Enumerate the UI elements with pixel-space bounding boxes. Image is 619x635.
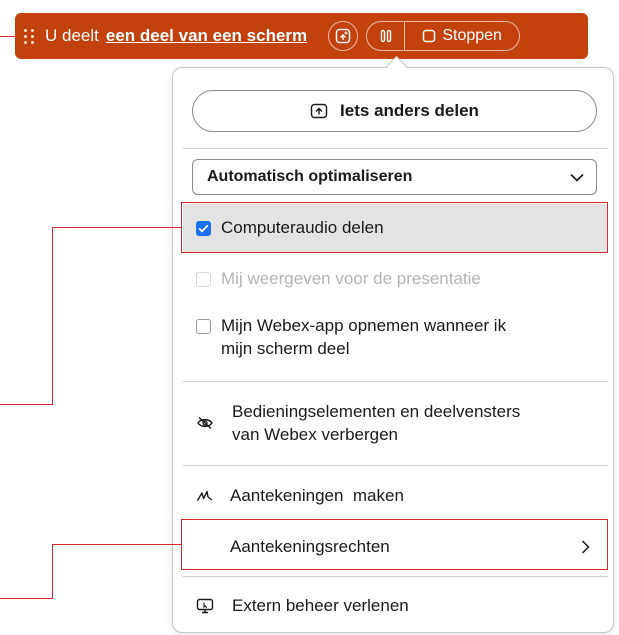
- divider: [183, 381, 608, 382]
- optimization-select-value: Automatisch optimaliseren: [207, 168, 413, 185]
- stop-sharing-button[interactable]: Stoppen: [404, 21, 521, 51]
- show-me-checkbox: [196, 271, 211, 287]
- divider: [183, 576, 608, 577]
- shared-content-link[interactable]: een deel van een scherm: [106, 26, 307, 46]
- stop-icon: [423, 29, 436, 43]
- hide-controls-label-line2: van Webex verbergen: [232, 425, 399, 444]
- callout-line: [52, 544, 181, 545]
- show-me-label: Mij weergeven voor de presentatie: [221, 269, 481, 288]
- chevron-down-icon: [570, 173, 584, 182]
- remote-control-label: Extern beheer verlenen: [232, 596, 409, 615]
- record-webex-app-checkbox[interactable]: [196, 319, 211, 334]
- share-up-icon: [310, 103, 328, 119]
- remote-desktop-icon: [196, 598, 214, 614]
- share-screen-icon: [335, 28, 351, 44]
- divider: [183, 148, 608, 149]
- callout-line: [0, 404, 53, 405]
- remote-control-option[interactable]: Extern beheer verlenen: [183, 588, 608, 624]
- share-something-else-label: Iets anders delen: [340, 101, 479, 120]
- pause-sharing-button[interactable]: [366, 21, 405, 51]
- eye-off-icon: [197, 416, 213, 430]
- stop-sharing-label: Stoppen: [442, 27, 502, 44]
- hide-controls-label-line1: Bedieningselementen en deelvensters: [232, 402, 521, 421]
- show-me-option: Mij weergeven voor de presentatie: [183, 262, 608, 296]
- callout-box-computer-audio: [181, 202, 608, 253]
- sharing-control-bar: U deelt een deel van een scherm Stoppen: [15, 13, 588, 59]
- sharing-status-text: U deelt: [45, 26, 99, 45]
- annotate-option[interactable]: Aantekeningen maken: [183, 478, 608, 514]
- callout-line: [52, 227, 53, 405]
- pen-scribble-icon: [196, 490, 213, 501]
- callout-line: [0, 36, 16, 37]
- divider: [183, 465, 608, 466]
- callout-box-annotation-rights: [181, 519, 608, 570]
- callout-line: [52, 544, 53, 599]
- record-webex-app-option[interactable]: Mijn Webex-app opnemen wanneer ik mijn s…: [183, 314, 608, 366]
- pause-icon: [380, 29, 391, 43]
- drag-handle-icon[interactable]: [21, 26, 39, 46]
- share-options-button[interactable]: [328, 21, 359, 51]
- optimization-select[interactable]: Automatisch optimaliseren: [192, 159, 597, 195]
- annotate-label: Aantekeningen maken: [230, 486, 404, 505]
- record-webex-app-label-line1: Mijn Webex-app opnemen wanneer ik: [221, 316, 507, 335]
- record-webex-app-label-line2: mijn scherm deel: [221, 339, 350, 358]
- callout-line: [0, 598, 53, 599]
- share-something-else-button[interactable]: Iets anders delen: [192, 90, 597, 132]
- callout-line: [52, 227, 181, 228]
- hide-controls-option[interactable]: Bedieningselementen en deelvensters van …: [183, 397, 608, 449]
